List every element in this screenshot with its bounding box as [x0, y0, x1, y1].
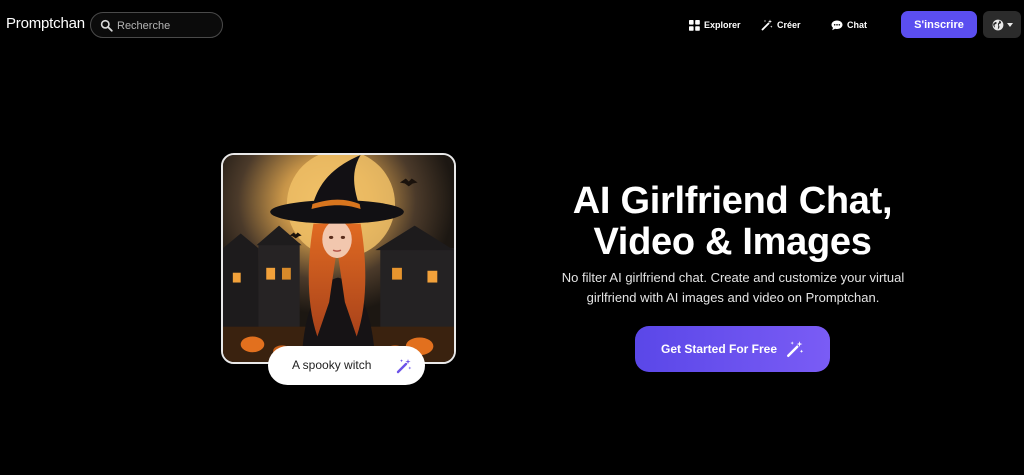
hero-title-line2: Video & Images: [593, 221, 872, 263]
chevron-down-icon: [1006, 22, 1013, 27]
hero-subtitle: No filter AI girlfriend chat. Create and…: [558, 268, 908, 308]
witch-illustration: [223, 155, 454, 362]
nav-creer-label: Créer: [777, 20, 801, 30]
signup-button[interactable]: S'inscrire: [901, 11, 977, 38]
search-input[interactable]: [117, 17, 217, 34]
hero-subtitle-line2: girlfriend with AI images and video on P…: [586, 290, 880, 305]
nav-creer[interactable]: Créer: [761, 18, 801, 32]
nav-chat-label: Chat: [847, 20, 867, 30]
brand-logo[interactable]: Promptchan: [6, 15, 85, 32]
prompt-pill[interactable]: A spooky witch: [268, 346, 425, 385]
search-box[interactable]: [90, 12, 223, 38]
search-icon: [100, 19, 113, 32]
language-dropdown-button[interactable]: [983, 11, 1021, 38]
get-started-button[interactable]: Get Started For Free: [635, 326, 830, 372]
globe-icon: [992, 19, 1003, 30]
hero-generated-image[interactable]: [221, 153, 456, 364]
hero-title-line1: AI Girlfriend Chat,: [572, 180, 893, 222]
nav-explorer[interactable]: Explorer: [689, 18, 741, 32]
hero-subtitle-line1: No filter AI girlfriend chat. Create and…: [561, 270, 905, 285]
get-started-label: Get Started For Free: [660, 342, 778, 356]
magic-wand-icon: [396, 359, 412, 374]
nav-explorer-label: Explorer: [704, 20, 741, 30]
prompt-text: A spooky witch: [292, 358, 372, 372]
magic-wand-icon: [761, 19, 773, 31]
grid-icon: [689, 19, 700, 31]
magic-wand-icon: [787, 341, 804, 357]
nav-chat[interactable]: Chat: [831, 18, 867, 32]
chat-bubble-icon: [831, 20, 843, 30]
top-navbar: Promptchan Explorer Créer: [0, 0, 1024, 50]
hero-title: AI Girlfriend Chat, Video & Images: [540, 181, 925, 263]
